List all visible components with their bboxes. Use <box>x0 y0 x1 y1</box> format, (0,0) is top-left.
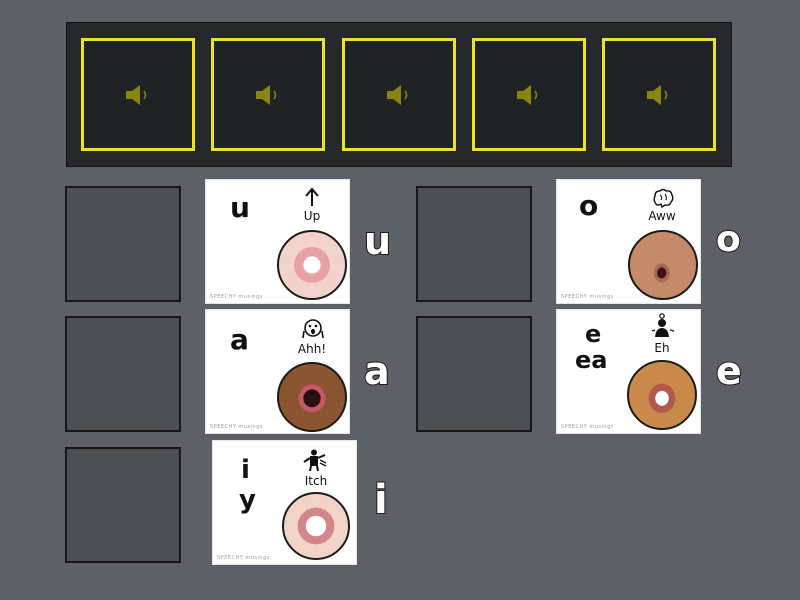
card-letter: i <box>241 455 250 485</box>
card-i[interactable]: i y Itch SPEECHY musings <box>212 440 357 565</box>
mouth-photo <box>277 362 347 432</box>
card-brand: SPEECHY musings <box>210 294 263 300</box>
card-u[interactable]: u Up SPEECHY musings <box>205 179 350 304</box>
brain-icon <box>653 188 674 208</box>
card-brand: SPEECHY musings <box>561 424 614 430</box>
card-brand: SPEECHY musings <box>210 424 263 430</box>
card-letter: y <box>239 485 256 515</box>
side-label-e: e <box>715 349 743 393</box>
drop-slot-3[interactable] <box>65 447 181 563</box>
drop-slot-2[interactable] <box>65 316 181 432</box>
card-word: Itch <box>304 474 328 488</box>
audio-slot-2[interactable] <box>211 38 325 151</box>
speaker-icon <box>126 84 147 105</box>
arrow-up-icon <box>305 187 319 206</box>
itching-person-icon <box>303 449 327 471</box>
audio-slot-5[interactable] <box>602 38 716 151</box>
mouth-photo <box>277 230 347 300</box>
drop-slot-5[interactable] <box>416 316 532 432</box>
speaker-icon <box>517 84 538 105</box>
card-o[interactable]: o Aww SPEECHY musings <box>556 179 701 304</box>
card-letter: ea <box>575 346 608 374</box>
audio-slot-3[interactable] <box>342 38 456 151</box>
scared-face-icon <box>302 319 324 339</box>
audio-panel <box>66 22 732 167</box>
audio-slot-4[interactable] <box>472 38 586 151</box>
drop-slot-4[interactable] <box>416 186 532 302</box>
card-letter: u <box>230 191 250 224</box>
card-brand: SPEECHY musings <box>561 294 614 300</box>
side-label-a: a <box>363 349 391 393</box>
side-label-o: o <box>715 219 742 260</box>
card-letter: e <box>585 320 602 348</box>
card-word: Ahh! <box>297 342 327 356</box>
card-e[interactable]: e ea Eh SPEECHY musings <box>556 309 701 434</box>
drop-slot-1[interactable] <box>65 186 181 302</box>
card-letter: o <box>579 189 599 222</box>
mouth-photo <box>627 360 697 430</box>
speaker-icon <box>387 84 408 105</box>
side-label-i: i <box>373 477 389 523</box>
card-word: Aww <box>648 209 676 223</box>
mouth-photo <box>628 230 698 300</box>
card-letter: a <box>230 323 249 356</box>
audio-slot-1[interactable] <box>81 38 195 151</box>
card-word: Eh <box>654 341 670 355</box>
person-thinking-icon <box>651 313 675 337</box>
card-brand: SPEECHY musings <box>217 555 270 561</box>
speaker-icon <box>256 84 277 105</box>
card-a[interactable]: a Ahh! SPEECHY musings <box>205 309 350 434</box>
mouth-photo <box>282 492 350 560</box>
card-word: Up <box>303 209 321 223</box>
side-label-u: u <box>363 219 392 263</box>
speaker-icon <box>647 84 668 105</box>
